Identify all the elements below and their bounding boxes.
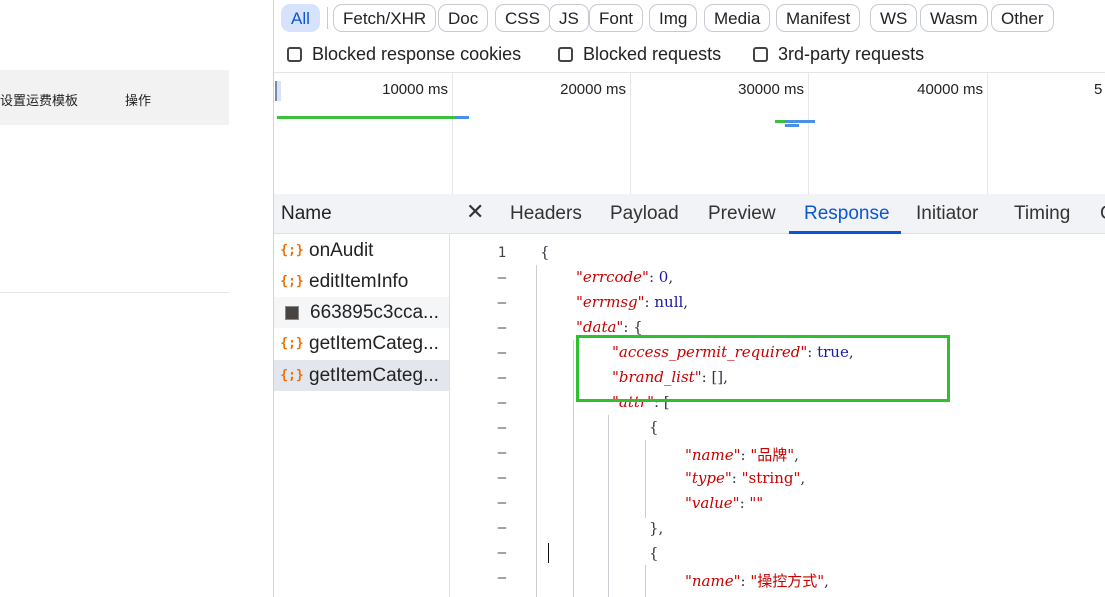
request-name: getItemCateg... — [309, 364, 439, 386]
fetch-icon: {;} — [280, 336, 304, 351]
code-line: { — [540, 243, 550, 261]
tab-payload[interactable]: Payload — [610, 203, 679, 225]
tab-preview[interactable]: Preview — [708, 203, 776, 225]
code-line: { — [649, 544, 659, 562]
column-shipping-template: 设置运费模板 — [0, 94, 79, 109]
line-number: – — [497, 320, 507, 336]
code-line: { — [649, 418, 659, 436]
filter-js[interactable]: JS — [549, 4, 589, 32]
column-actions: 操作 — [125, 94, 152, 109]
line-number: – — [497, 545, 507, 561]
tick-gridline — [630, 73, 631, 194]
filter-separator — [327, 7, 328, 29]
filter-css[interactable]: CSS — [495, 4, 550, 32]
blocked-requests-checkbox[interactable]: Blocked requests — [558, 42, 721, 66]
text-cursor — [548, 543, 549, 563]
timeline-bar — [277, 116, 455, 119]
indent-guide — [645, 440, 646, 518]
filter-media[interactable]: Media — [704, 4, 771, 32]
line-number: 1 — [497, 245, 507, 261]
request-row[interactable]: 663895c3cca... — [274, 297, 449, 328]
request-name: editItemInfo — [309, 270, 409, 292]
request-row[interactable]: {;} onAudit — [274, 235, 449, 266]
indent-guide — [645, 565, 646, 597]
timeline-bar — [785, 124, 799, 127]
timeline-bar — [775, 120, 785, 123]
fetch-icon: {;} — [280, 243, 304, 258]
line-number: – — [497, 495, 507, 511]
timeline-handle[interactable] — [275, 81, 281, 101]
annotation-highlight-box — [576, 335, 950, 402]
network-timeline[interactable]: 10000 ms 20000 ms 30000 ms 40000 ms 5 — [274, 72, 1105, 195]
checkbox-label: 3rd-party requests — [778, 43, 925, 64]
filter-font[interactable]: Font — [589, 4, 644, 32]
blocked-response-cookies-checkbox[interactable]: Blocked response cookies — [287, 42, 521, 66]
tab-cookies[interactable]: C — [1100, 203, 1105, 225]
line-number: – — [497, 295, 507, 311]
checkbox-label: Blocked requests — [583, 43, 722, 64]
filter-manifest[interactable]: Manifest — [776, 4, 861, 32]
indent-guide — [608, 415, 609, 597]
indent-guide — [536, 265, 537, 597]
line-number: – — [497, 420, 507, 436]
tick-gridline — [452, 73, 453, 194]
tick-label: 10000 ms — [382, 81, 448, 98]
line-number: – — [497, 270, 507, 286]
tab-timing[interactable]: Timing — [1014, 203, 1070, 225]
code-line: }, — [649, 519, 664, 537]
filter-other[interactable]: Other — [991, 4, 1054, 32]
filter-doc[interactable]: Doc — [438, 4, 489, 32]
code-line: "data": { — [576, 318, 643, 336]
request-name: onAudit — [309, 239, 374, 261]
code-line: "errmsg": null, — [576, 293, 689, 311]
fetch-icon: {;} — [280, 368, 304, 383]
checkbox-icon[interactable] — [558, 46, 573, 62]
checkbox-label: Blocked response cookies — [312, 43, 522, 64]
line-number: – — [497, 570, 507, 586]
tab-initiator[interactable]: Initiator — [916, 203, 978, 225]
line-number: – — [497, 370, 507, 386]
image-thumbnail-icon — [285, 305, 299, 320]
tab-response[interactable]: Response — [804, 203, 890, 225]
third-party-requests-checkbox[interactable]: 3rd-party requests — [753, 42, 924, 66]
request-name: 663895c3cca... — [310, 301, 439, 323]
divider — [0, 292, 229, 293]
checkbox-icon[interactable] — [287, 46, 302, 62]
checkbox-icon[interactable] — [753, 46, 768, 62]
timeline-bar — [785, 120, 815, 123]
tab-headers[interactable]: Headers — [510, 203, 582, 225]
tick-gridline — [987, 73, 988, 194]
filter-wasm[interactable]: Wasm — [920, 4, 988, 32]
line-number: – — [497, 520, 507, 536]
code-line: "type": "string", — [685, 469, 806, 487]
code-line: "value": "" — [685, 494, 764, 512]
filter-all[interactable]: All — [281, 4, 320, 32]
tick-label: 40000 ms — [917, 81, 983, 98]
line-number: – — [497, 395, 507, 411]
timeline-bar — [455, 116, 469, 119]
code-line: "name": "操控方式", — [685, 572, 829, 590]
fetch-icon: {;} — [280, 274, 304, 289]
close-icon[interactable]: ✕ — [466, 200, 484, 225]
filter-img[interactable]: Img — [649, 4, 698, 32]
tick-label: 30000 ms — [738, 81, 804, 98]
line-number: – — [497, 345, 507, 361]
tick-gridline — [808, 73, 809, 194]
name-header-label: Name — [281, 203, 332, 224]
line-number: – — [497, 470, 507, 486]
filter-fetch-xhr[interactable]: Fetch/XHR — [333, 4, 437, 32]
filter-ws[interactable]: WS — [870, 4, 918, 32]
line-number: – — [497, 445, 507, 461]
code-line: "errcode": 0, — [576, 268, 674, 286]
code-line: "name": "品牌", — [685, 446, 799, 464]
indent-guide — [573, 340, 574, 597]
tick-label: 5 — [1094, 81, 1103, 98]
tick-label: 20000 ms — [560, 81, 626, 98]
request-name: getItemCateg... — [309, 332, 439, 354]
request-row[interactable]: {;} getItemCateg... — [274, 328, 449, 359]
request-row[interactable]: {;} editItemInfo — [274, 266, 449, 297]
request-row-selected[interactable]: {;} getItemCateg... — [274, 360, 449, 391]
